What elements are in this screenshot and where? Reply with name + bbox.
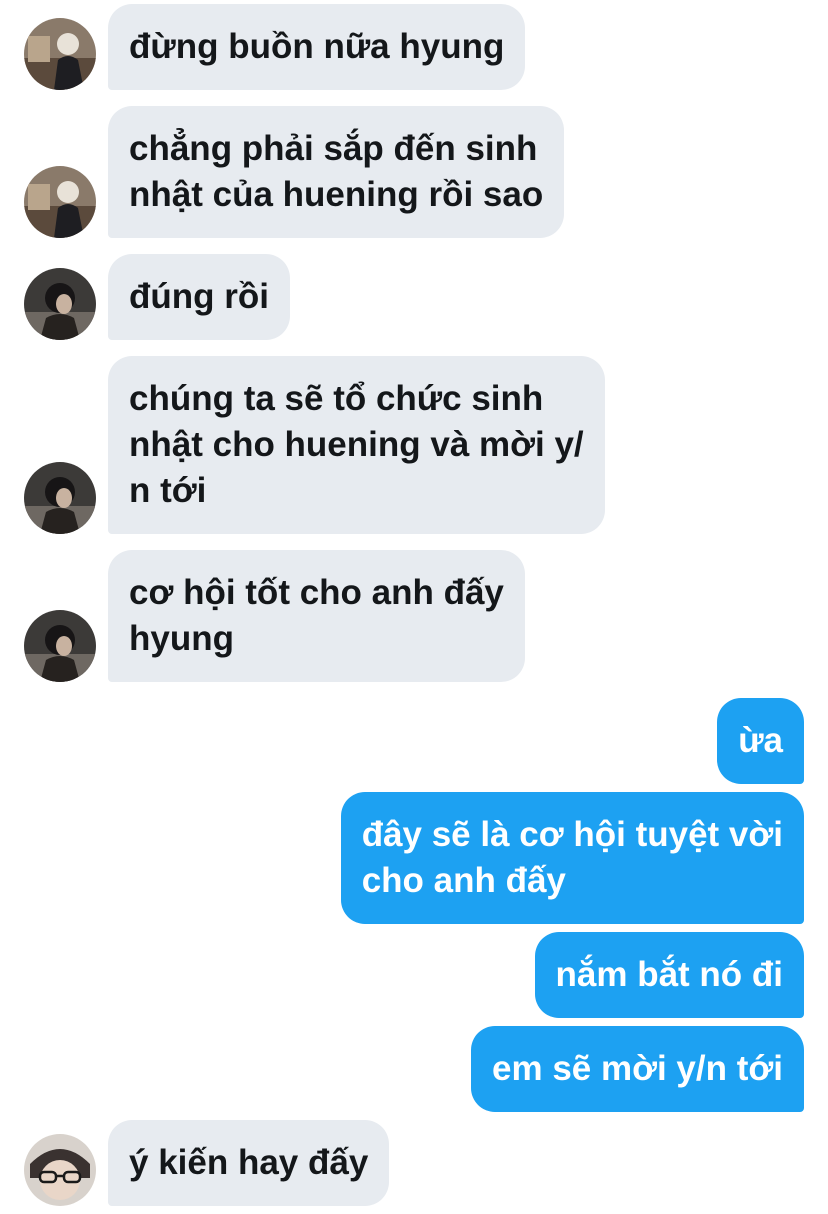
avatar-b-image [24, 462, 96, 534]
message-text: ừa [738, 721, 783, 760]
message-text: nhật của huening rồi sao [129, 175, 544, 214]
message-thread[interactable]: đừng buồn nữa hyung chẳng phải sắp đến s… [0, 0, 828, 1214]
message-bubble-incoming[interactable]: cơ hội tốt cho anh đấy hyung [108, 550, 525, 682]
message-text: chẳng phải sắp đến sinh [129, 129, 538, 168]
avatar-a-image [24, 166, 96, 238]
message-bubble-outgoing[interactable]: đây sẽ là cơ hội tuyệt vời cho anh đấy [340, 792, 804, 924]
message-bubble-outgoing[interactable]: em sẽ mời y/n tới [471, 1026, 804, 1112]
sender-avatar[interactable] [24, 1134, 96, 1206]
avatar-b-image [24, 268, 96, 340]
message-text: cho anh đấy [361, 861, 566, 900]
message-text: hyung [129, 619, 234, 658]
message-bubble-incoming[interactable]: chúng ta sẽ tổ chức sinh nhật cho huenin… [108, 356, 605, 534]
message-text: em sẽ mời y/n tới [492, 1049, 783, 1088]
message-bubble-outgoing[interactable]: ừa [717, 698, 804, 784]
message-text: đây sẽ là cơ hội tuyệt vời [361, 815, 783, 854]
message-bubble-outgoing[interactable]: nắm bắt nó đi [534, 932, 804, 1018]
message-text: đừng buồn nữa hyung [129, 27, 505, 66]
avatar-a-image [24, 18, 96, 90]
message-text: nhật cho huening và mời y/ [129, 425, 584, 464]
sender-avatar[interactable] [24, 268, 96, 340]
message-text: đúng rồi [129, 277, 269, 316]
message-bubble-incoming[interactable]: chẳng phải sắp đến sinh nhật của huening… [108, 106, 565, 238]
sender-avatar[interactable] [24, 610, 96, 682]
message-text: cơ hội tốt cho anh đấy [129, 573, 504, 612]
avatar-c-image [24, 1134, 96, 1206]
sender-avatar[interactable] [24, 166, 96, 238]
sender-avatar[interactable] [24, 18, 96, 90]
message-text: n tới [129, 471, 207, 510]
avatar-b-image [24, 610, 96, 682]
message-bubble-incoming[interactable]: ý kiến hay đấy [108, 1120, 390, 1206]
message-text: nắm bắt nó đi [555, 955, 784, 994]
sender-avatar[interactable] [24, 462, 96, 534]
message-bubble-incoming[interactable]: đúng rồi [108, 254, 290, 340]
message-text: chúng ta sẽ tổ chức sinh [129, 379, 544, 418]
message-bubble-incoming[interactable]: đừng buồn nữa hyung [108, 4, 526, 90]
message-text: ý kiến hay đấy [129, 1143, 369, 1182]
